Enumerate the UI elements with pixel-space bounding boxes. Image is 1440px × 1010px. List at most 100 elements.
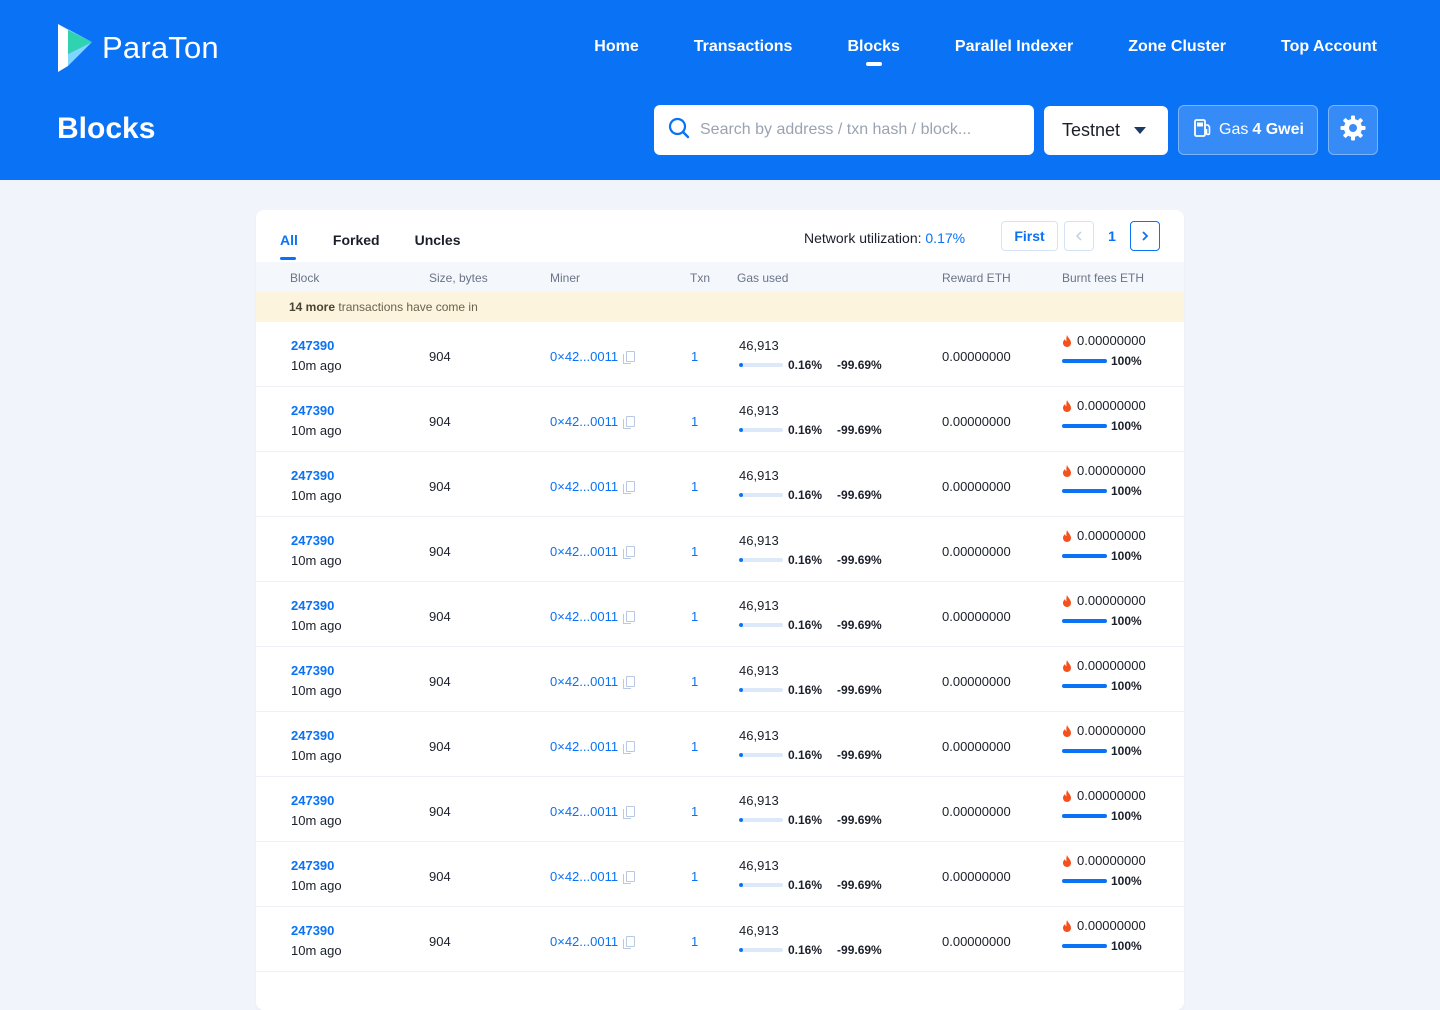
miner-address-link[interactable]: 0×42...0011 — [550, 739, 636, 754]
tab-forked[interactable]: Forked — [333, 232, 380, 260]
txn-count-link[interactable]: 1 — [691, 739, 698, 754]
gas-used-percent: 0.16% — [788, 683, 823, 697]
block-size: 904 — [429, 934, 451, 949]
block-size: 904 — [429, 804, 451, 819]
txn-count-link[interactable]: 1 — [691, 544, 698, 559]
block-tabs: All Forked Uncles — [280, 232, 496, 260]
tab-all[interactable]: All — [280, 232, 298, 260]
burnt-fees-percent: 100% — [1111, 679, 1142, 693]
copy-icon[interactable] — [623, 936, 636, 949]
fire-icon — [1063, 659, 1071, 672]
prev-page-button[interactable] — [1064, 221, 1094, 251]
burnt-fees-bar — [1062, 424, 1107, 428]
search-icon — [668, 117, 690, 144]
next-page-button[interactable] — [1130, 221, 1160, 251]
fire-icon — [1063, 594, 1071, 607]
txn-count-link[interactable]: 1 — [691, 479, 698, 494]
block-number-link[interactable]: 247390 — [291, 663, 342, 678]
txn-count-link[interactable]: 1 — [691, 869, 698, 884]
block-number-link[interactable]: 247390 — [291, 338, 342, 353]
brand-logo[interactable]: ParaTon — [56, 22, 219, 74]
miner-address-link[interactable]: 0×42...0011 — [550, 674, 636, 689]
burnt-fees-percent: 100% — [1111, 744, 1142, 758]
burnt-fees-bar — [1062, 619, 1107, 623]
fire-icon — [1063, 919, 1071, 932]
page-title: Blocks — [57, 112, 156, 145]
gas-target-delta: -99.69% — [837, 683, 882, 697]
network-select[interactable]: Testnet — [1044, 106, 1168, 155]
gas-target-delta: -99.69% — [837, 488, 882, 502]
miner-address-link[interactable]: 0×42...0011 — [550, 934, 636, 949]
chevron-left-icon — [1075, 231, 1082, 241]
miner-address: 0×42...0011 — [550, 739, 619, 754]
miner-address-link[interactable]: 0×42...0011 — [550, 804, 636, 819]
utilization-value: 0.17% — [925, 230, 966, 246]
block-size: 904 — [429, 544, 451, 559]
txn-count-link[interactable]: 1 — [691, 804, 698, 819]
copy-icon[interactable] — [623, 546, 636, 559]
txn-count-link[interactable]: 1 — [691, 349, 698, 364]
miner-address-link[interactable]: 0×42...0011 — [550, 479, 636, 494]
block-size: 904 — [429, 674, 451, 689]
pagination: First 1 — [1001, 221, 1166, 251]
burnt-fees-percent: 100% — [1111, 939, 1142, 953]
nav-parallel-indexer[interactable]: Parallel Indexer — [955, 34, 1073, 64]
txn-count-link[interactable]: 1 — [691, 414, 698, 429]
search-box[interactable] — [654, 105, 1034, 155]
copy-icon[interactable] — [623, 416, 636, 429]
burnt-fees-bar — [1062, 359, 1107, 363]
block-number-link[interactable]: 247390 — [291, 923, 342, 938]
txn-count-link[interactable]: 1 — [691, 934, 698, 949]
block-number-link[interactable]: 247390 — [291, 858, 342, 873]
burnt-fees-percent: 100% — [1111, 614, 1142, 628]
nav-zone-cluster[interactable]: Zone Cluster — [1128, 34, 1226, 64]
copy-icon[interactable] — [623, 741, 636, 754]
chevron-right-icon — [1142, 231, 1149, 241]
miner-address: 0×42...0011 — [550, 869, 619, 884]
miner-address-link[interactable]: 0×42...0011 — [550, 349, 636, 364]
block-number-link[interactable]: 247390 — [291, 468, 342, 483]
miner-address-link[interactable]: 0×42...0011 — [550, 544, 636, 559]
search-input[interactable] — [700, 121, 1020, 139]
block-age: 10m ago — [291, 618, 342, 633]
miner-address: 0×42...0011 — [550, 349, 619, 364]
block-number-link[interactable]: 247390 — [291, 728, 342, 743]
block-number-link[interactable]: 247390 — [291, 598, 342, 613]
copy-icon[interactable] — [623, 481, 636, 494]
miner-address: 0×42...0011 — [550, 544, 619, 559]
block-age: 10m ago — [291, 748, 342, 763]
gas-usage-bar — [739, 493, 783, 497]
block-reward: 0.00000000 — [942, 479, 1011, 494]
settings-button[interactable] — [1328, 105, 1378, 155]
block-age: 10m ago — [291, 423, 342, 438]
gas-price-button[interactable]: Gas 4 Gwei — [1178, 105, 1318, 155]
miner-address-link[interactable]: 0×42...0011 — [550, 414, 636, 429]
copy-icon[interactable] — [623, 351, 636, 364]
first-page-button[interactable]: First — [1001, 221, 1058, 251]
copy-icon[interactable] — [623, 871, 636, 884]
block-reward: 0.00000000 — [942, 869, 1011, 884]
nav-home[interactable]: Home — [594, 34, 638, 64]
tab-uncles[interactable]: Uncles — [415, 232, 461, 260]
copy-icon[interactable] — [623, 676, 636, 689]
nav-transactions[interactable]: Transactions — [694, 34, 793, 64]
gas-used-percent: 0.16% — [788, 488, 823, 502]
new-transactions-notice[interactable]: 14 more transactions have come in — [256, 292, 1184, 322]
block-number-link[interactable]: 247390 — [291, 403, 342, 418]
col-reward: Reward ETH — [942, 271, 1011, 285]
block-number-link[interactable]: 247390 — [291, 533, 342, 548]
burnt-fees-bar — [1062, 944, 1107, 948]
copy-icon[interactable] — [623, 611, 636, 624]
txn-count-link[interactable]: 1 — [691, 674, 698, 689]
col-gas-used: Gas used — [737, 271, 789, 285]
paraton-logo-icon — [56, 22, 94, 74]
nav-top-account[interactable]: Top Account — [1281, 34, 1377, 64]
burnt-fees-value: 0.00000000 — [1077, 528, 1146, 543]
txn-count-link[interactable]: 1 — [691, 609, 698, 624]
miner-address-link[interactable]: 0×42...0011 — [550, 869, 636, 884]
nav-blocks[interactable]: Blocks — [847, 34, 900, 66]
table-row: 247390 10m ago 904 0×42...0011 1 46,913 0.… — [256, 387, 1184, 452]
miner-address-link[interactable]: 0×42...0011 — [550, 609, 636, 624]
copy-icon[interactable] — [623, 806, 636, 819]
block-number-link[interactable]: 247390 — [291, 793, 342, 808]
